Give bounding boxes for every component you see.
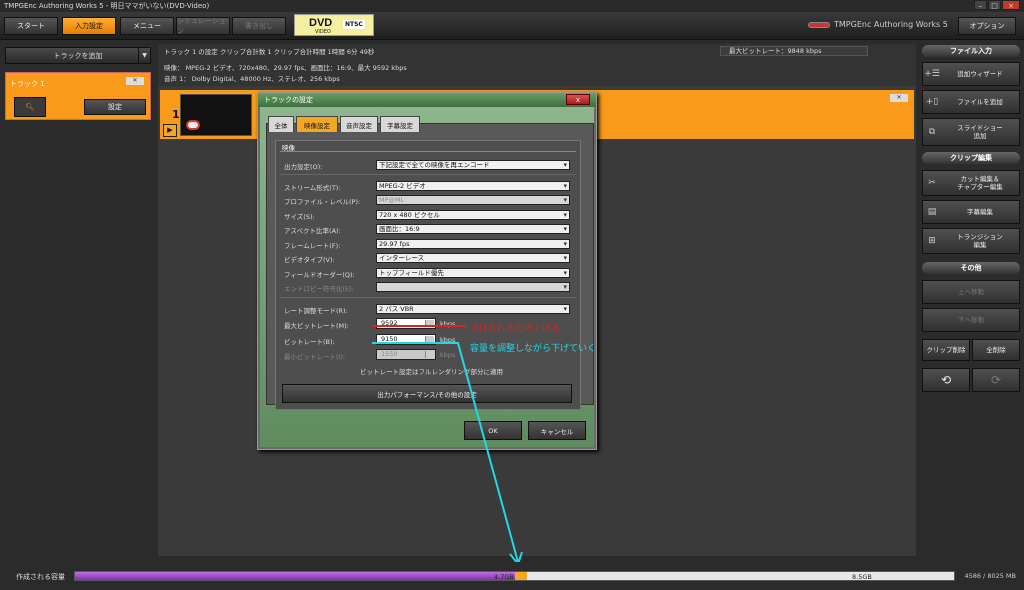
capacity-marker [515,572,527,580]
capacity-used-label: 4.7GB [494,573,514,581]
capacity-total-label: 8.5GB [852,573,872,581]
capacity-fill [75,572,515,580]
app-window: TMPGEnc Authoring Works 5 - 明日ママがいない(DVD… [0,0,1024,590]
red-annotation-text: 上げられるだけ上げる [470,324,561,334]
annotation-overlay [372,325,523,567]
capacity-bar [74,571,955,581]
capacity-label: 作成される容量 [16,573,65,581]
capacity-usage-text: 4586 / 8025 MB [964,572,1016,580]
cyan-annotation-text: 容量を調整しながら下げていく [470,344,597,354]
cyan-annotation-arrow [372,342,519,563]
